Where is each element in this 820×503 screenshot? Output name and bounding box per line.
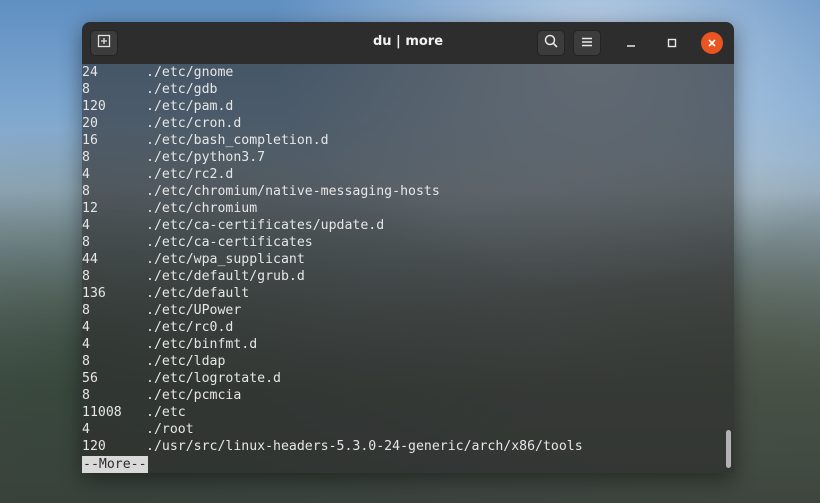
search-icon bbox=[543, 33, 559, 53]
du-path: ./etc/default bbox=[146, 286, 250, 301]
du-path: ./etc bbox=[146, 405, 186, 420]
maximize-button[interactable] bbox=[662, 33, 682, 53]
du-path: ./etc/cron.d bbox=[146, 116, 242, 131]
du-size: 44 bbox=[82, 252, 98, 267]
du-size: 4 bbox=[82, 337, 90, 352]
pager-more-prompt: --More-- bbox=[82, 456, 148, 473]
du-path: ./etc/rc0.d bbox=[146, 320, 234, 335]
menu-button[interactable] bbox=[573, 30, 601, 56]
du-path: ./etc/bash_completion.d bbox=[146, 133, 329, 148]
du-path: ./etc/rc2.d bbox=[146, 167, 234, 182]
du-size: 8 bbox=[82, 303, 90, 318]
du-path: ./etc/UPower bbox=[146, 303, 242, 318]
du-path: ./etc/binfmt.d bbox=[146, 337, 258, 352]
du-path: ./etc/ca-certificates bbox=[146, 235, 313, 250]
du-size: 120 bbox=[82, 439, 106, 454]
du-path: ./etc/ca-certificates/update.d bbox=[146, 218, 385, 233]
minimize-button[interactable] bbox=[621, 33, 641, 53]
du-size: 11008 bbox=[82, 405, 122, 420]
du-size: 4 bbox=[82, 422, 90, 437]
du-size: 8 bbox=[82, 388, 90, 403]
close-button[interactable] bbox=[701, 32, 723, 54]
du-size: 136 bbox=[82, 286, 106, 301]
du-size: 4 bbox=[82, 167, 90, 182]
du-path: ./etc/wpa_supplicant bbox=[146, 252, 305, 267]
maximize-icon bbox=[666, 34, 678, 53]
du-size: 4 bbox=[82, 320, 90, 335]
du-size: 4 bbox=[82, 218, 90, 233]
search-button[interactable] bbox=[537, 30, 565, 56]
du-path: ./etc/python3.7 bbox=[146, 150, 266, 165]
du-size: 120 bbox=[82, 99, 106, 114]
du-size: 8 bbox=[82, 269, 90, 284]
du-path: ./etc/pcmcia bbox=[146, 388, 242, 403]
du-size: 8 bbox=[82, 82, 90, 97]
hamburger-menu-icon bbox=[580, 34, 594, 53]
du-size: 56 bbox=[82, 371, 98, 386]
du-path: ./etc/gnome bbox=[146, 65, 234, 80]
du-path: ./root bbox=[146, 422, 194, 437]
du-size: 16 bbox=[82, 133, 98, 148]
du-path: ./etc/pam.d bbox=[146, 99, 234, 114]
du-size: 8 bbox=[82, 354, 90, 369]
du-size: 8 bbox=[82, 184, 90, 199]
du-size: 8 bbox=[82, 235, 90, 250]
du-size: 20 bbox=[82, 116, 98, 131]
minimize-icon bbox=[625, 34, 637, 53]
du-path: ./etc/chromium/native-messaging-hosts bbox=[146, 184, 440, 199]
du-size: 24 bbox=[82, 65, 98, 80]
du-size: 12 bbox=[82, 201, 98, 216]
terminal-window: du | more 24 ./etc/gnome 8 ./etc/gdb 120… bbox=[82, 22, 734, 473]
du-size: 8 bbox=[82, 150, 90, 165]
close-icon bbox=[706, 34, 718, 53]
title-bar[interactable]: du | more bbox=[82, 22, 734, 64]
du-path: ./usr/src/linux-headers-5.3.0-24-generic… bbox=[146, 439, 583, 454]
du-path: ./etc/gdb bbox=[146, 82, 218, 97]
vertical-scrollbar[interactable] bbox=[726, 430, 731, 468]
du-path: ./etc/default/grub.d bbox=[146, 269, 305, 284]
du-path: ./etc/chromium bbox=[146, 201, 258, 216]
du-path: ./etc/ldap bbox=[146, 354, 226, 369]
terminal-output[interactable]: 24 ./etc/gnome 8 ./etc/gdb 120 ./etc/pam.d … bbox=[82, 64, 734, 473]
du-path: ./etc/logrotate.d bbox=[146, 371, 281, 386]
